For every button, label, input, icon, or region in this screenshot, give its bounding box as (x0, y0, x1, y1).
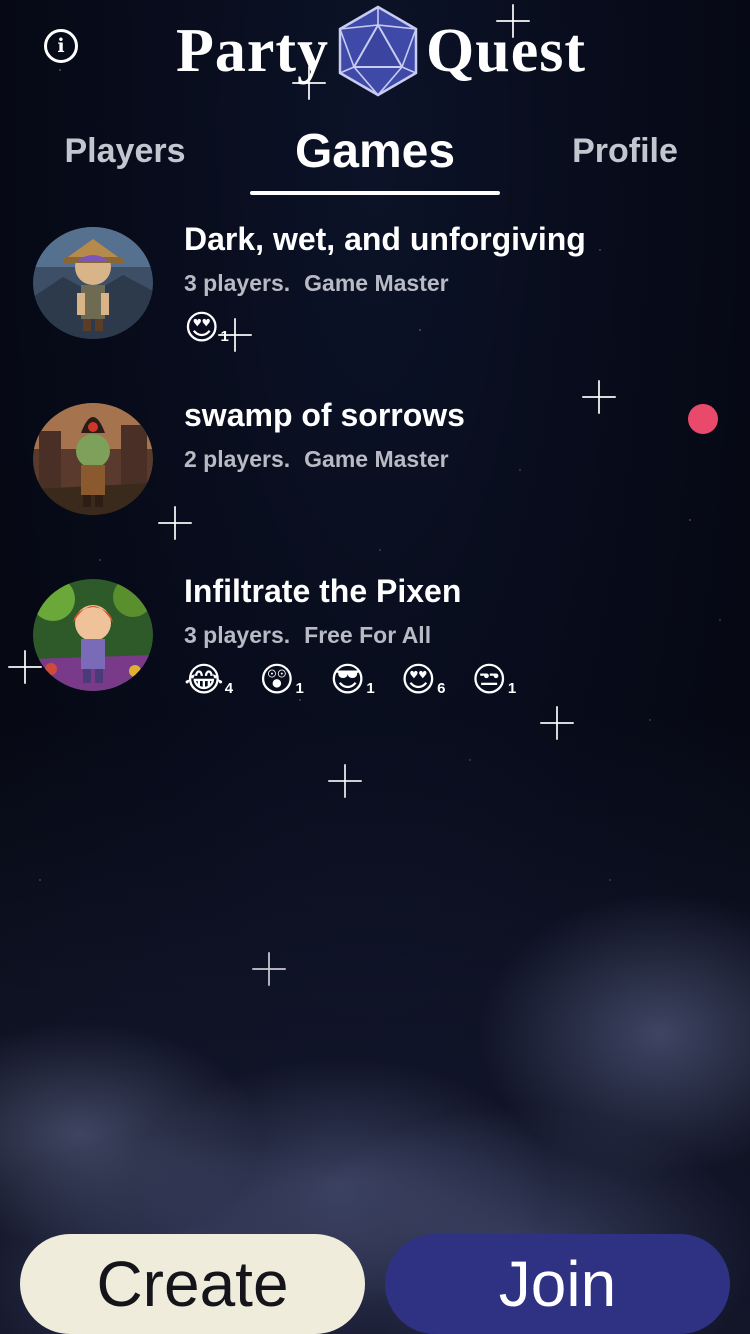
game-meta: 2 players. Game Master (184, 446, 449, 473)
logo-word-party: Party (176, 17, 330, 85)
reaction-list: 😍 1 (184, 311, 255, 345)
tears-of-joy-emoji-icon: 😂 (184, 660, 224, 700)
reaction-heart-eyes[interactable]: 😍 1 (184, 311, 229, 345)
reaction-heart-eyes[interactable]: 😍 6 (401, 663, 446, 697)
game-avatar (33, 403, 153, 515)
game-row[interactable]: Infiltrate the Pixen 3 players. Free For … (0, 567, 750, 707)
active-tab-indicator (250, 191, 500, 195)
astonished-emoji-icon: 😲 (259, 660, 295, 700)
reaction-astonished[interactable]: 😲 1 (259, 663, 304, 697)
game-meta: 3 players. Free For All (184, 622, 431, 649)
reaction-count: 6 (437, 680, 446, 697)
reaction-sunglasses[interactable]: 😎 1 (330, 663, 375, 697)
sparkle-decoration (252, 952, 286, 986)
game-row[interactable]: Dark, wet, and unforgiving 3 players. Gam… (0, 215, 750, 355)
game-meta: 3 players. Game Master (184, 270, 449, 297)
reaction-unamused[interactable]: 😒 1 (471, 663, 516, 697)
game-avatar (33, 579, 153, 691)
app-logo: Party Quest (176, 2, 586, 100)
tab-players[interactable]: Players (40, 115, 210, 187)
create-button[interactable]: Create (20, 1234, 365, 1334)
player-count: 2 players. (184, 446, 291, 472)
info-button[interactable]: i (44, 29, 78, 63)
tab-games[interactable]: Games (250, 115, 500, 187)
reaction-count: 4 (224, 680, 234, 697)
game-title: swamp of sorrows (184, 397, 465, 433)
join-button[interactable]: Join (385, 1234, 730, 1334)
info-icon: i (57, 34, 65, 57)
game-mode: Free For All (304, 622, 432, 648)
sunglasses-emoji-icon: 😎 (329, 660, 366, 700)
game-mode: Game Master (304, 446, 449, 472)
reaction-count: 1 (295, 680, 304, 697)
player-count: 3 players. (184, 270, 291, 296)
game-row[interactable]: swamp of sorrows 2 players. Game Master (0, 391, 750, 531)
game-avatar (33, 227, 153, 339)
sparkle-decoration (540, 706, 574, 740)
sparkle-decoration (328, 764, 362, 798)
bottom-action-bar: Create Join (0, 1234, 750, 1334)
reaction-count: 1 (366, 680, 375, 697)
game-title: Dark, wet, and unforgiving (184, 221, 586, 257)
reaction-tears-of-joy[interactable]: 😂 4 (184, 663, 233, 697)
logo-word-quest: Quest (425, 17, 586, 85)
d20-icon (338, 5, 417, 97)
unread-indicator (688, 404, 718, 434)
heart-eyes-emoji-icon: 😍 (400, 660, 437, 700)
player-count: 3 players. (184, 622, 291, 648)
reaction-count: 1 (220, 328, 229, 345)
game-mode: Game Master (304, 270, 449, 296)
unamused-emoji-icon: 😒 (471, 660, 507, 700)
reaction-list: 😂 4 😲 1 😎 1 😍 6 😒 1 (184, 663, 542, 697)
heart-eyes-emoji-icon: 😍 (184, 308, 220, 348)
game-title: Infiltrate the Pixen (184, 573, 462, 609)
reaction-count: 1 (507, 680, 517, 697)
main-tabs: Players Games Profile (0, 115, 750, 195)
tab-profile[interactable]: Profile (540, 115, 710, 187)
